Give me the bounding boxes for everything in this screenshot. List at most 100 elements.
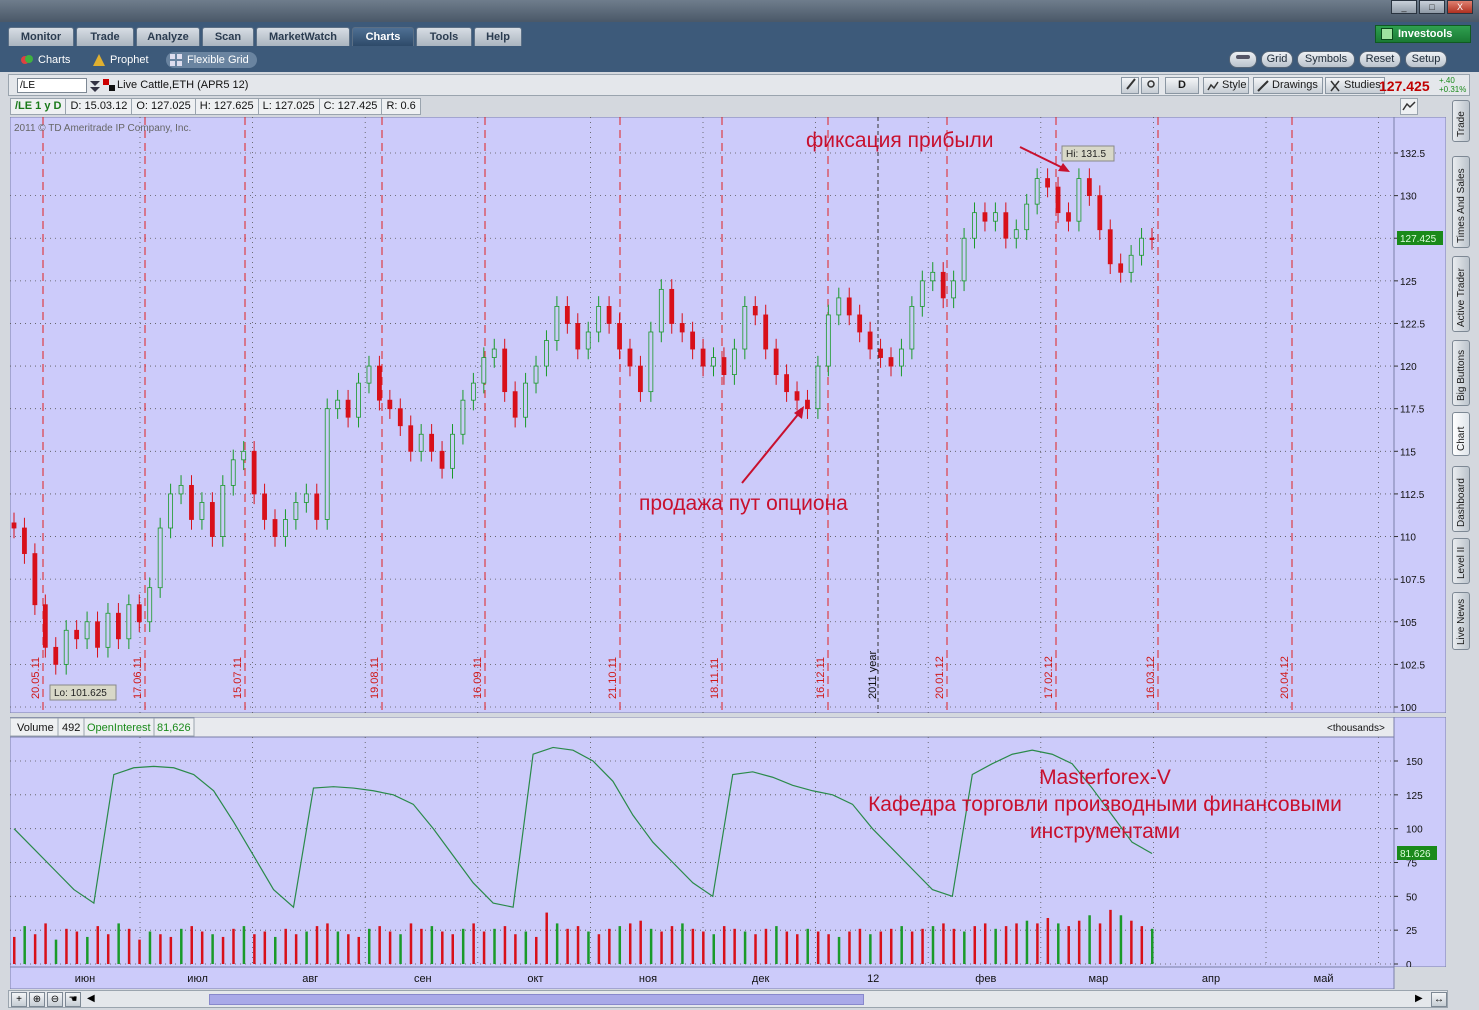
candle-body: [283, 519, 288, 537]
side-tab-chart[interactable]: Chart: [1452, 412, 1470, 456]
volume-bar: [743, 931, 747, 964]
color-link-icon[interactable]: [103, 79, 115, 91]
volume-tick-label: 0: [1406, 960, 1412, 967]
period-button[interactable]: D: [1165, 77, 1199, 94]
drawings-button[interactable]: Drawings: [1253, 77, 1323, 94]
candle-body: [63, 629, 69, 665]
maximize-button[interactable]: □: [1419, 0, 1445, 14]
studies-button[interactable]: Studies: [1325, 77, 1385, 94]
symbol-input[interactable]: /LE: [17, 78, 87, 93]
candle-body: [293, 502, 299, 520]
zoom-in-button[interactable]: ⊕: [29, 992, 45, 1007]
grid-button[interactable]: Grid: [1261, 51, 1293, 68]
volume-bar: [482, 931, 486, 964]
subtab-prophet[interactable]: Prophet: [92, 52, 149, 68]
zoom-out-button[interactable]: ⊖: [47, 992, 63, 1007]
tab-analyze[interactable]: Analyze: [136, 27, 200, 46]
candle-body: [940, 271, 946, 299]
candle-body: [11, 522, 17, 529]
copyright-text: 2011 © TD Ameritrade IP Company, Inc.: [14, 123, 191, 134]
link-button[interactable]: [1229, 51, 1257, 68]
side-tab-times-and-sales[interactable]: Times And Sales: [1452, 156, 1470, 248]
volume-bar: [409, 923, 413, 964]
volume-bar: [587, 931, 590, 964]
price-chart[interactable]: 20.05.11 17.06.11 15.07.11 19.08.11 16.09.11…: [10, 117, 1446, 713]
volume-bar: [983, 923, 987, 964]
ohlc-low: L: 127.025: [257, 98, 320, 115]
subtab-charts[interactable]: Charts: [20, 52, 70, 68]
candle-body: [1097, 195, 1103, 231]
mini-chart-icon: [1402, 101, 1416, 111]
candle-body: [867, 331, 873, 350]
scroll-right-icon[interactable]: ▶: [1415, 993, 1423, 1004]
side-tab-dashboard[interactable]: Dashboard: [1452, 466, 1470, 532]
candle-body: [742, 306, 748, 350]
volume-bar: [994, 928, 997, 964]
close-button[interactable]: X: [1447, 0, 1473, 14]
tab-trade[interactable]: Trade: [76, 27, 134, 46]
volume-bar: [33, 934, 37, 964]
window-title-bar: _ □ X: [0, 0, 1479, 22]
volume-bar: [900, 926, 903, 964]
volume-bar: [931, 926, 935, 964]
pencil-tool-button[interactable]: [1121, 77, 1139, 94]
side-tab-big-buttons-label: Big Buttons: [1456, 349, 1467, 401]
reset-button[interactable]: Reset: [1359, 51, 1401, 68]
tab-monitor[interactable]: Monitor: [8, 27, 74, 46]
tab-marketwatch[interactable]: MarketWatch: [256, 27, 350, 46]
pan-button[interactable]: ☚: [65, 992, 81, 1007]
candle-body: [345, 399, 351, 418]
candle-body: [387, 399, 393, 410]
candle-body: [992, 212, 998, 222]
scroll-thumb[interactable]: [209, 994, 864, 1005]
candle-body: [763, 314, 769, 350]
setup-button[interactable]: Setup: [1405, 51, 1447, 68]
scroll-left-icon[interactable]: ◀: [87, 993, 95, 1004]
symbols-button[interactable]: Symbols: [1297, 51, 1355, 68]
subtab-flexible-grid[interactable]: Flexible Grid: [166, 52, 257, 68]
side-tab-live-news[interactable]: Live News: [1452, 592, 1470, 650]
side-tab-big-buttons[interactable]: Big Buttons: [1452, 340, 1470, 406]
minimize-button[interactable]: _: [1391, 0, 1417, 14]
symbol-dropdown-icon[interactable]: [89, 79, 101, 93]
crosshair-button[interactable]: +: [11, 992, 27, 1007]
candle-body: [1055, 186, 1061, 214]
candle-body: [596, 306, 602, 333]
candle-body: [126, 604, 132, 640]
tab-charts[interactable]: Charts: [352, 27, 414, 46]
profit-annotation: фиксация прибыли: [806, 129, 993, 152]
tab-tools[interactable]: Tools: [416, 27, 472, 46]
price-tick-label: 130: [1400, 192, 1417, 203]
style-button[interactable]: Style: [1203, 77, 1249, 94]
volume-bar: [1015, 923, 1018, 964]
volume-bar: [347, 934, 350, 964]
side-tab-trade[interactable]: Trade: [1452, 100, 1470, 142]
volume-chart[interactable]: Volume 492 OpenInterest 81,626 <thousand…: [10, 717, 1446, 967]
chart-settings-button[interactable]: [1400, 98, 1418, 115]
oi-label: OpenInterest: [87, 722, 151, 734]
style-label: Style: [1222, 79, 1247, 91]
tab-help[interactable]: Help: [474, 27, 522, 46]
volume-bar: [722, 926, 726, 964]
candle-body: [544, 340, 549, 367]
chart-scroll-bar[interactable]: + ⊕ ⊖ ☚ ◀ ▶ ↔: [8, 990, 1448, 1008]
volume-bar: [378, 926, 381, 964]
volume-bar: [305, 931, 308, 964]
expand-button[interactable]: ↔: [1431, 992, 1447, 1007]
investools-button[interactable]: Investools: [1375, 25, 1471, 43]
wrench-tool-button[interactable]: [1141, 77, 1159, 94]
side-tab-active-trader[interactable]: Active Trader: [1452, 256, 1470, 332]
side-tab-level-ii[interactable]: Level II: [1452, 538, 1470, 584]
candle-body: [335, 399, 341, 410]
volume-bar: [263, 931, 267, 964]
month-label: 12: [867, 973, 879, 985]
volume-bar: [858, 928, 862, 964]
candle-body: [564, 306, 570, 324]
candle-body: [1013, 229, 1019, 239]
tab-scan[interactable]: Scan: [202, 27, 254, 46]
candle-body: [84, 621, 90, 640]
put-annotation: продажа пут опциона: [639, 492, 848, 515]
volume-bar: [827, 934, 830, 964]
expand-icon: ↔: [1434, 994, 1444, 1005]
month-label: июл: [187, 973, 208, 985]
